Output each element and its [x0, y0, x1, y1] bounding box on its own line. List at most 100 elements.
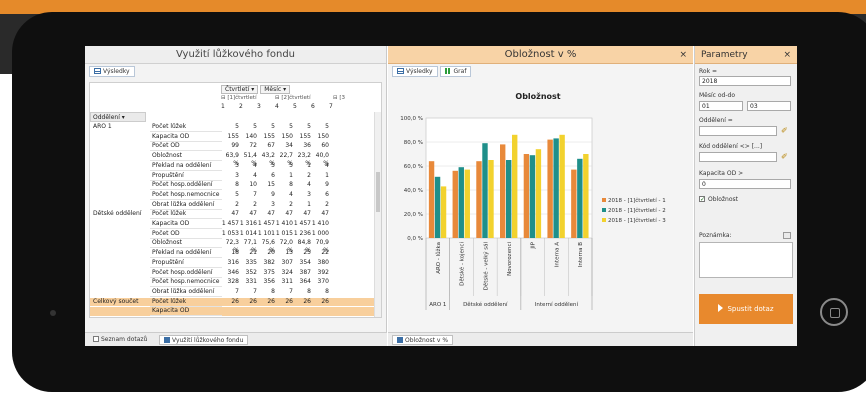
month-header-row: 1 2 3 4 5 6 7: [221, 103, 381, 111]
tab-bed-usage[interactable]: Využití lůžkového fondu: [159, 335, 249, 345]
grid-icon: [397, 68, 404, 74]
value-cell: 5: [307, 123, 311, 130]
value-cell: 1 236: [293, 229, 311, 237]
value-cell: 307: [281, 258, 293, 266]
value-cell: 15: [267, 181, 275, 189]
value-cell: 7: [289, 287, 293, 295]
value-cell: 4: [325, 161, 329, 169]
value-cell: 3: [235, 161, 239, 169]
pivot-scrollbar[interactable]: [374, 112, 381, 317]
table-row: Kapacita OD 155 140 155 150 155 150: [90, 132, 381, 142]
close-icon[interactable]: ×: [679, 46, 687, 64]
value-cell: 47: [231, 210, 239, 218]
metric-cell: Počet OD: [150, 230, 222, 239]
metric-cell: Kapacita OD: [150, 133, 222, 142]
bar: [452, 170, 458, 238]
bar: [500, 144, 506, 238]
bar: [553, 138, 559, 238]
value-cell: 47: [249, 210, 257, 218]
chart-pane: Obložnost v % × Výsledky Graf Obložnost 0…: [388, 46, 693, 346]
value-cell: 8: [289, 181, 293, 189]
quarter-header[interactable]: ⊟ [1]čtvrtletí: [221, 95, 257, 101]
value-cell: 1 015: [275, 229, 293, 237]
value-cell: 316: [227, 258, 239, 266]
value-cell: 324: [281, 268, 293, 276]
month-header: 6: [311, 103, 315, 110]
value-cell: 155: [299, 132, 311, 140]
pivot-table[interactable]: Čtvrtletí ▾ Měsíc ▾ ⊟ [1]čtvrtletí ⊟ [2]č…: [89, 82, 382, 318]
value-cell: 18: [231, 249, 239, 257]
metric-cell: Počet lůžek: [150, 298, 222, 307]
value-cell: 150: [281, 132, 293, 140]
year-field[interactable]: 2018: [699, 76, 791, 86]
occupancy-checkbox[interactable]: ✓: [699, 196, 705, 203]
month-to-field[interactable]: 03: [747, 101, 791, 111]
note-field[interactable]: [699, 242, 793, 278]
value-cell: 8: [235, 181, 239, 189]
value-cell: 356: [263, 278, 275, 286]
metric-cell: Počet lůžek: [150, 123, 222, 132]
value-cell: 370: [317, 278, 329, 286]
value-cell: 1 457: [221, 220, 239, 227]
value-cell: 354: [299, 258, 311, 266]
parameters-title-text: Parametry: [701, 50, 748, 60]
value-cell: 5: [325, 123, 329, 130]
value-cell: 1: [307, 200, 311, 208]
run-query-button[interactable]: Spustit dotaz: [699, 294, 793, 324]
value-cell: 9: [271, 190, 275, 198]
bar: [559, 134, 565, 238]
tab-bed-usage-label: Využití lůžkového fondu: [172, 337, 244, 344]
note-expand-icon[interactable]: [783, 232, 791, 239]
metric-cell: Překlad na oddělení: [150, 249, 222, 259]
tab-results[interactable]: Výsledky: [392, 66, 438, 77]
department-code-label: Kód oddělení <> [...]: [699, 143, 763, 150]
quarter-header[interactable]: ⊟ [3: [333, 95, 345, 101]
month-header: 3: [257, 103, 261, 110]
close-icon[interactable]: ×: [783, 46, 791, 64]
value-cell: 5: [289, 161, 293, 169]
value-cell: 7: [253, 287, 257, 295]
group-label: Interní oddělení: [535, 301, 579, 308]
quarter-field-button[interactable]: Čtvrtletí ▾: [221, 85, 259, 94]
bar: [476, 161, 482, 238]
value-cell: 25: [303, 249, 311, 257]
month-field-button[interactable]: Měsíc ▾: [260, 85, 291, 94]
department-cell: ARO 1: [93, 123, 112, 130]
middle-bottom-tabs: Obložnost v %: [388, 332, 693, 346]
bar: [583, 154, 589, 238]
value-cell: 2: [289, 200, 293, 208]
tab-results[interactable]: Výsledky: [89, 66, 135, 77]
legend-swatch: [602, 198, 606, 202]
pin-icon[interactable]: ✐: [781, 126, 790, 135]
tab-chart-label: Graf: [453, 68, 467, 75]
department-field-button[interactable]: Oddělení ▾: [90, 112, 146, 122]
pin-icon[interactable]: ✐: [781, 152, 790, 161]
capacity-field[interactable]: 0: [699, 179, 791, 189]
metric-cell: Počet hosp.oddělení: [150, 181, 222, 191]
legend-label: 2018 - [1]čtvrtletí - 3: [608, 217, 666, 224]
home-button-icon[interactable]: [820, 298, 848, 326]
quarter-header[interactable]: ⊟ [2]čtvrtletí: [275, 95, 311, 101]
value-cell: 26: [321, 297, 329, 305]
value-cell: 2: [253, 200, 257, 208]
value-cell: 47: [321, 210, 329, 218]
value-cell: 36: [303, 142, 311, 150]
tab-chart[interactable]: Graf: [439, 66, 472, 77]
value-cell: 8: [325, 287, 329, 295]
pivot-subtabs: Výsledky: [85, 64, 386, 78]
value-cell: 1 457: [293, 220, 311, 227]
bar: [512, 134, 518, 238]
bar: [547, 139, 553, 238]
value-cell: 1: [289, 171, 293, 179]
tab-query-list[interactable]: Seznam dotazů: [89, 335, 151, 345]
occupancy-checkbox-label: Obložnost: [708, 196, 738, 203]
department-code-field[interactable]: [699, 152, 777, 162]
month-range-label: Měsíc od-do: [699, 92, 735, 99]
value-cell: 8: [307, 287, 311, 295]
bar: [535, 149, 542, 238]
month-from-field[interactable]: 01: [699, 101, 743, 111]
x-tick-label: Dětské - velký sál: [482, 242, 489, 291]
tab-occupancy[interactable]: Obložnost v %: [392, 335, 454, 345]
value-cell: 5: [253, 123, 257, 130]
department-field[interactable]: [699, 126, 777, 136]
